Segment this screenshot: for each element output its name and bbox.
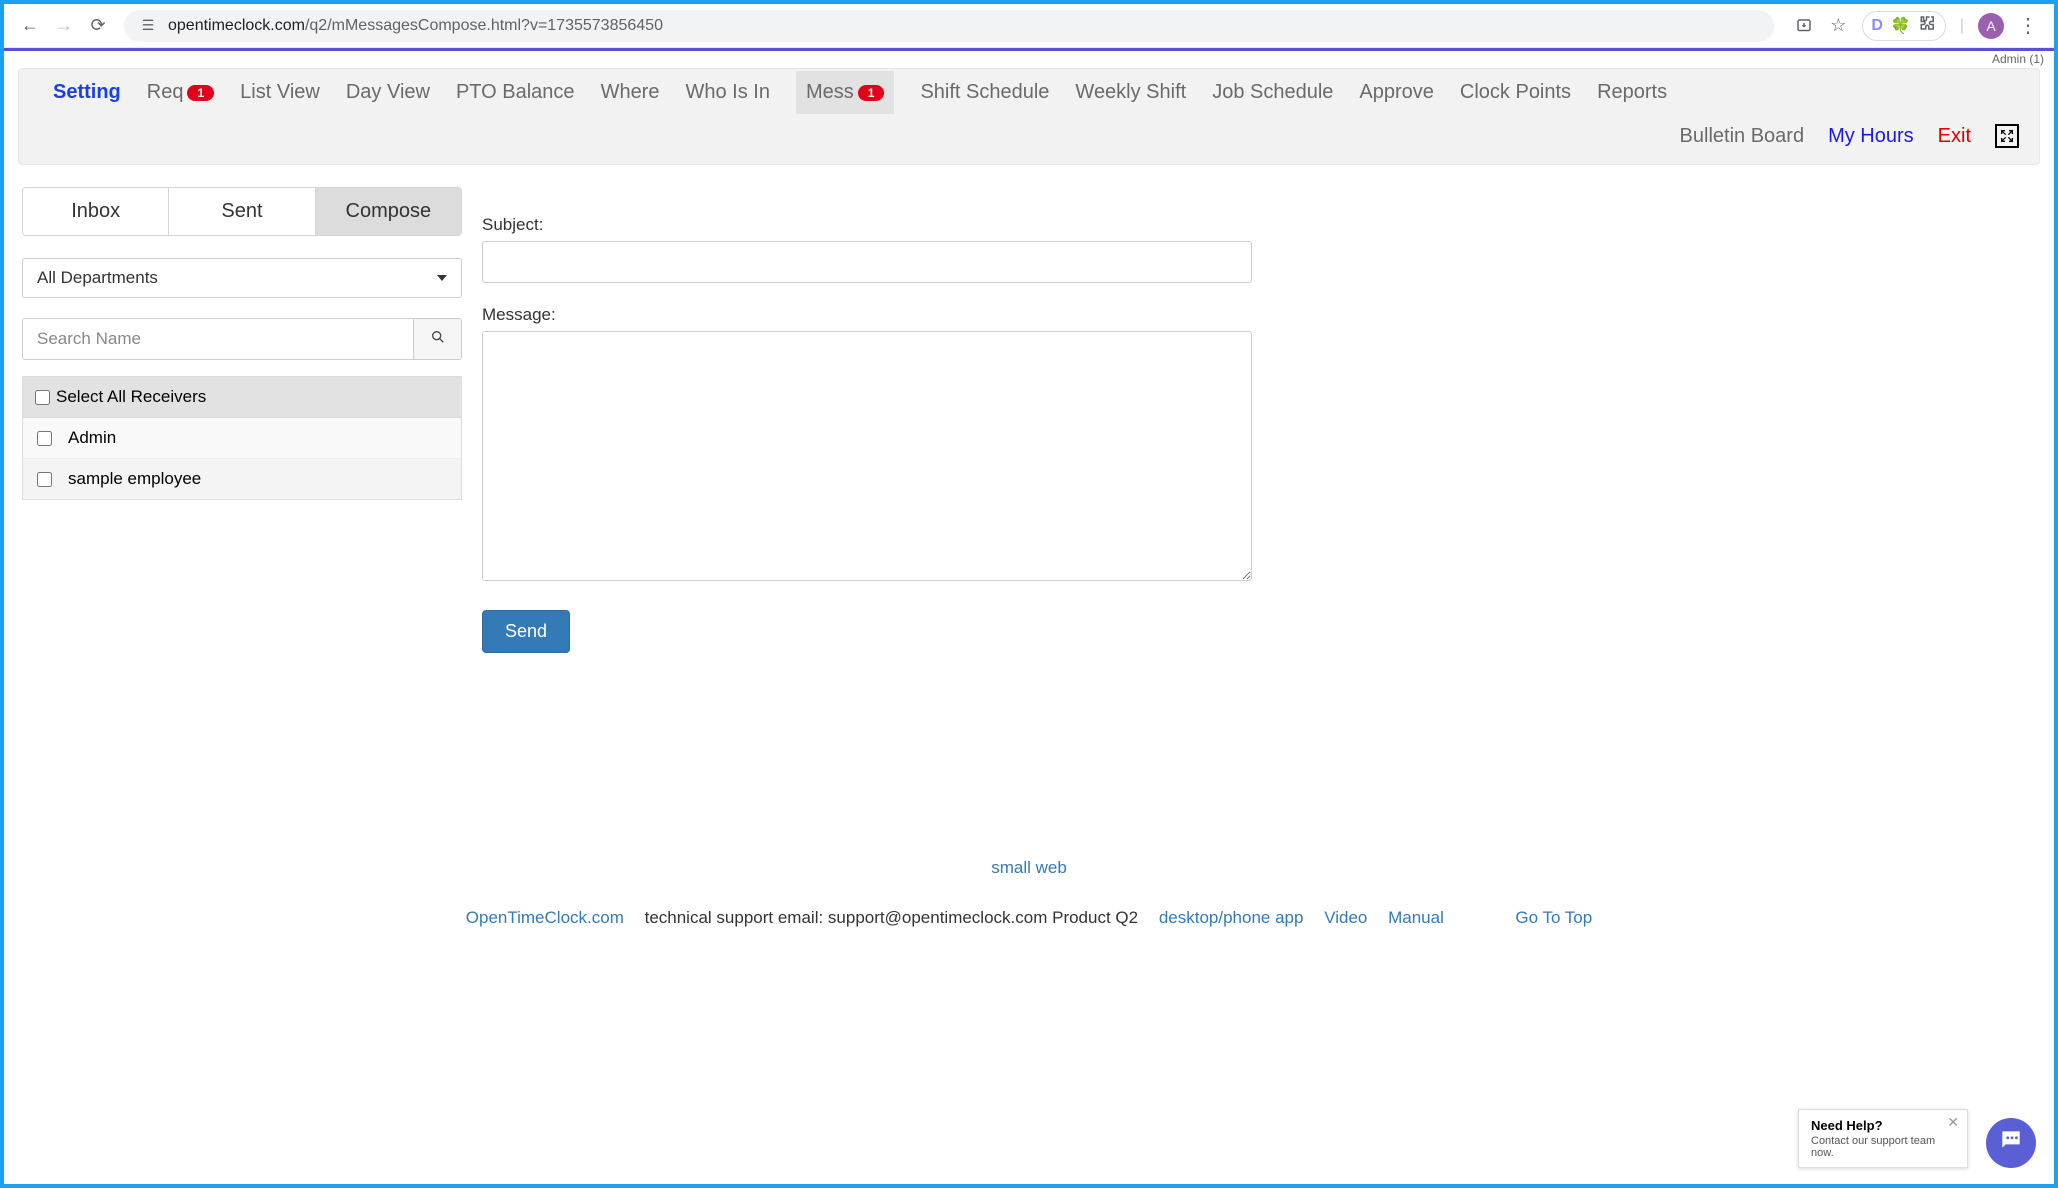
nav-item-mess[interactable]: Mess1 [796,71,894,114]
nav-item-label: Req [147,81,184,104]
select-all-label: Select All Receivers [56,387,206,407]
nav-item-weekly-shift[interactable]: Weekly Shift [1075,81,1186,104]
url-bar[interactable]: ☰ opentimeclock.com/q2/mMessagesCompose.… [124,10,1774,42]
nav-item-label: Job Schedule [1212,81,1333,104]
nav-item-label: Weekly Shift [1075,81,1186,104]
search-icon [430,329,446,350]
nav-item-job-schedule[interactable]: Job Schedule [1212,81,1333,104]
nav-item-label: Where [601,81,660,104]
install-icon[interactable] [1794,16,1814,36]
subject-input[interactable] [482,241,1252,283]
chat-bubble-button[interactable] [1986,1118,2036,1168]
receiver-checkbox[interactable] [37,431,52,446]
department-select-value: All Departments [37,268,158,288]
nav-item-list-view[interactable]: List View [240,81,320,104]
url-text: opentimeclock.com/q2/mMessagesCompose.ht… [168,17,663,35]
footer-support-text: technical support email: support@opentim… [640,908,1138,927]
nav-item-shift-schedule[interactable]: Shift Schedule [920,81,1049,104]
search-button[interactable] [413,319,461,359]
message-tabs: Inbox Sent Compose [22,187,462,236]
send-button[interactable]: Send [482,610,570,653]
extension-flower-icon: 🍀 [1891,16,1911,36]
nav-item-setting[interactable]: Setting [53,81,121,104]
chat-icon [1998,1127,2024,1159]
footer-manual-link[interactable]: Manual [1388,908,1444,927]
forward-icon[interactable]: → [54,16,74,36]
message-textarea[interactable] [482,331,1252,581]
footer-gototop-link[interactable]: Go To Top [1515,908,1592,927]
footer-small-web-link[interactable]: small web [991,858,1067,877]
reload-icon[interactable]: ⟳ [88,16,108,36]
fullscreen-icon[interactable] [1995,124,2019,148]
close-icon[interactable]: ✕ [1947,1114,1959,1131]
nav-item-day-view[interactable]: Day View [346,81,430,104]
toolbar-right: ☆ D 🍀 | A ⋮ [1794,11,2038,41]
nav-item-clock-points[interactable]: Clock Points [1460,81,1571,104]
main-nav: SettingReq1List ViewDay ViewPTO BalanceW… [18,68,2040,165]
extension-d-icon: D [1871,17,1883,35]
select-all-checkbox[interactable] [35,390,50,405]
extensions-box[interactable]: D 🍀 [1862,11,1945,41]
footer-desktop-link[interactable]: desktop/phone app [1159,908,1304,927]
menu-icon[interactable]: ⋮ [2018,13,2038,38]
nav-item-req[interactable]: Req1 [147,81,214,104]
receivers-table: Select All Receivers Admin sample employe… [22,376,462,500]
help-card: ✕ Need Help? Contact our support team no… [1798,1109,1968,1168]
star-icon[interactable]: ☆ [1828,16,1848,36]
chevron-down-icon [437,275,447,281]
nav-buttons: ← → ⟳ [20,16,108,36]
receiver-row: sample employee [23,459,461,499]
receiver-row: Admin [23,418,461,459]
department-select[interactable]: All Departments [22,258,462,298]
message-label: Message: [482,305,1252,325]
nav-item-where[interactable]: Where [601,81,660,104]
tab-sent[interactable]: Sent [169,188,315,235]
nav-exit[interactable]: Exit [1938,125,1971,148]
badge: 1 [187,85,214,101]
receiver-name: sample employee [68,469,201,489]
search-input[interactable] [23,319,413,359]
nav-item-label: Shift Schedule [920,81,1049,104]
footer-video-link[interactable]: Video [1324,908,1367,927]
footer-brand-link[interactable]: OpenTimeClock.com [466,908,624,927]
help-title: Need Help? [1811,1118,1939,1133]
nav-item-approve[interactable]: Approve [1359,81,1434,104]
nav-item-label: Clock Points [1460,81,1571,104]
nav-item-pto-balance[interactable]: PTO Balance [456,81,575,104]
select-all-row: Select All Receivers [23,377,461,418]
nav-item-label: Day View [346,81,430,104]
nav-item-reports[interactable]: Reports [1597,81,1667,104]
receiver-checkbox[interactable] [37,472,52,487]
nav-item-label: List View [240,81,320,104]
help-subtitle: Contact our support team now. [1811,1135,1939,1159]
extension-puzzle-icon [1919,14,1937,37]
nav-item-label: Approve [1359,81,1434,104]
browser-toolbar: ← → ⟳ ☰ opentimeclock.com/q2/mMessagesCo… [4,4,2054,48]
nav-item-label: Who Is In [685,81,769,104]
nav-item-who-is-in[interactable]: Who Is In [685,81,769,104]
subject-label: Subject: [482,215,1252,235]
tab-inbox[interactable]: Inbox [23,188,169,235]
nav-bulletin-board[interactable]: Bulletin Board [1680,125,1805,148]
nav-my-hours[interactable]: My Hours [1828,125,1914,148]
search-group [22,318,462,360]
admin-label: Admin (1) [4,51,2054,66]
separator: | [1960,17,1964,35]
nav-item-label: PTO Balance [456,81,575,104]
badge: 1 [858,85,885,101]
nav-item-label: Reports [1597,81,1667,104]
footer: small web OpenTimeClock.com technical su… [0,858,2058,928]
back-icon[interactable]: ← [20,16,40,36]
tab-compose[interactable]: Compose [316,188,461,235]
receiver-name: Admin [68,428,116,448]
nav-item-label: Mess [806,81,854,104]
nav-item-label: Setting [53,81,121,104]
site-info-icon[interactable]: ☰ [138,16,158,36]
profile-avatar[interactable]: A [1978,13,2004,39]
